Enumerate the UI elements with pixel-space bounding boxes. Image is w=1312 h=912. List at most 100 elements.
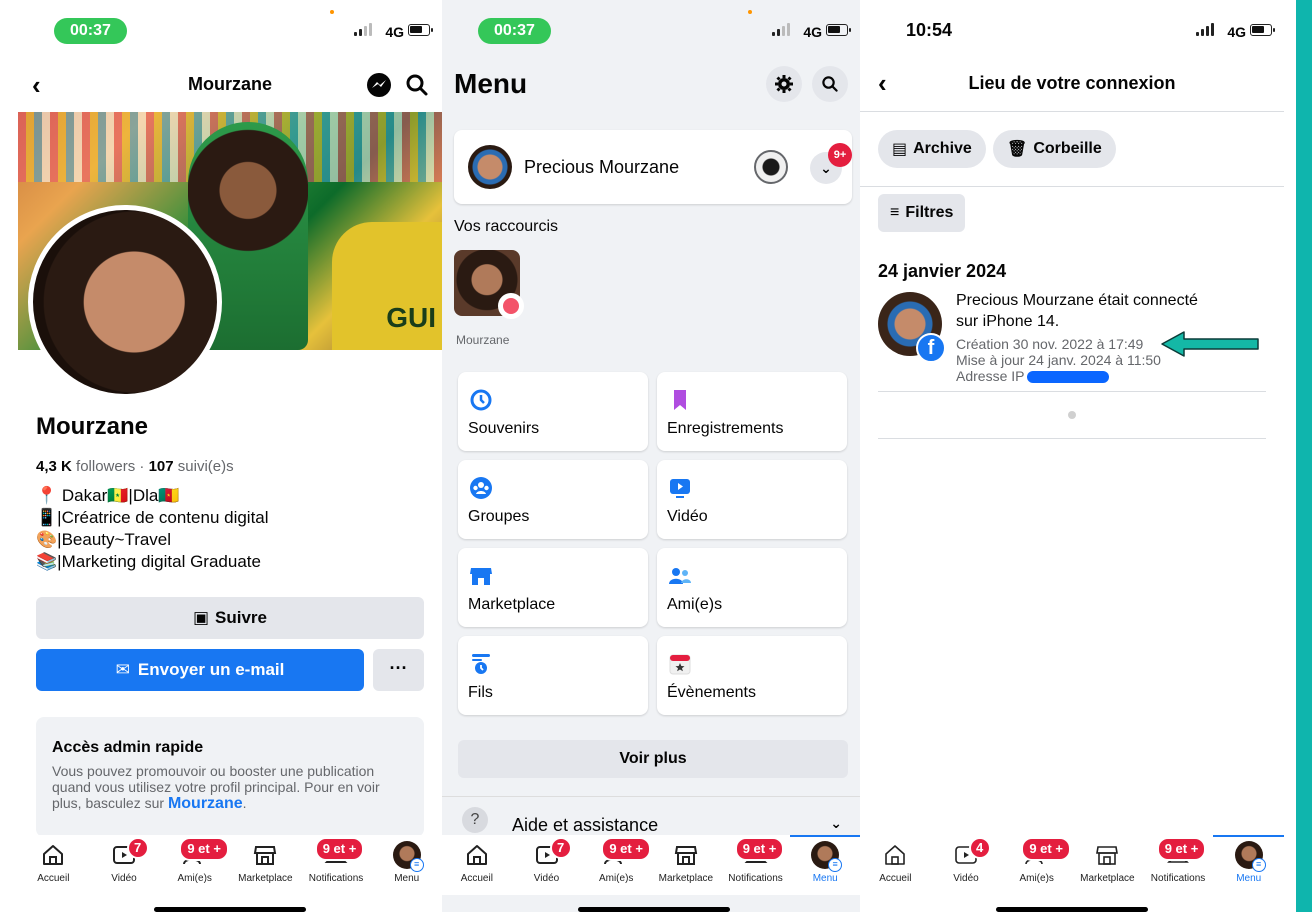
- tab-label: Menu: [812, 873, 838, 884]
- tab-notifications[interactable]: 9 et + Notifications: [721, 835, 791, 895]
- shop-icon: [1096, 846, 1119, 865]
- email-label: Envoyer un e-mail: [137, 660, 285, 679]
- mail-icon: ✉: [115, 660, 130, 679]
- tab-home[interactable]: Accueil: [18, 835, 89, 895]
- activity-description[interactable]: Precious Mourzane était connecté sur iPh…: [956, 290, 1226, 332]
- menu-item-label: Évènements: [667, 684, 756, 701]
- bio-line: 📍 Dakar🇸🇳|Dla🇨🇲: [36, 486, 180, 505]
- bookmark-icon: [674, 390, 686, 410]
- tab-friends[interactable]: 9 et + Ami(e)s: [581, 835, 651, 895]
- menu-item-feeds[interactable]: Fils: [458, 636, 648, 715]
- notifications-badge: 9 et +: [734, 837, 785, 861]
- network-label: 4G: [1227, 24, 1246, 40]
- email-button[interactable]: ✉ Envoyer un e-mail: [36, 649, 364, 691]
- shortcut-name: Mourzane: [456, 333, 510, 347]
- page-title: Lieu de votre connexion: [968, 73, 1176, 93]
- shortcuts-label: Vos raccourcis: [454, 218, 559, 235]
- menu-item-groups[interactable]: Groupes: [458, 460, 648, 539]
- tab-label: Marketplace: [238, 873, 293, 884]
- followers-label[interactable]: followers: [76, 458, 135, 475]
- filter-sliders-icon: ≡: [890, 204, 900, 221]
- shop-icon: [470, 568, 492, 585]
- tab-label: Accueil: [37, 873, 70, 884]
- tab-notifications[interactable]: 9 et + Notifications: [301, 835, 372, 895]
- tab-home[interactable]: Accueil: [442, 835, 512, 895]
- home-icon: [43, 845, 64, 865]
- menu-item-label: Ami(e)s: [667, 596, 723, 613]
- settings-button[interactable]: [766, 66, 802, 102]
- annotation-arrow-icon: [1161, 331, 1259, 357]
- more-options-button[interactable]: ···: [373, 649, 424, 691]
- secondary-profile-avatar[interactable]: [754, 150, 788, 184]
- trash-button[interactable]: 🗑 Corbeille: [993, 130, 1116, 168]
- tab-label: Vidéo: [533, 873, 560, 884]
- filters-button[interactable]: ≡ Filtres: [878, 194, 966, 232]
- menu-item-friends[interactable]: Ami(e)s: [657, 548, 847, 627]
- home-icon: [466, 845, 487, 865]
- signal-icon: [772, 23, 790, 36]
- video-badge: 7: [549, 837, 572, 859]
- activity-line: Precious Mourzane était connecté: [956, 292, 1198, 309]
- tab-friends[interactable]: 9 et + Ami(e)s: [1001, 835, 1072, 895]
- trash-icon: 🗑: [1007, 141, 1028, 158]
- tab-marketplace[interactable]: Marketplace: [1072, 835, 1143, 895]
- menu-item-video[interactable]: Vidéo: [657, 460, 847, 539]
- friends-icon: [669, 568, 691, 584]
- tab-menu[interactable]: Menu: [371, 835, 442, 895]
- tab-friends[interactable]: 9 et + Ami(e)s: [159, 835, 230, 895]
- shop-icon: [254, 846, 277, 865]
- profile-switcher-card[interactable]: Precious Mourzane ⌄ 9+: [454, 130, 852, 204]
- profile-stats: 4,3 K followers · 107 suivi(e)s: [36, 458, 234, 475]
- video-icon: [670, 479, 690, 498]
- archive-icon: ▤: [892, 141, 908, 158]
- facebook-icon: f: [916, 333, 946, 363]
- ip-redaction: [1027, 371, 1110, 384]
- search-icon[interactable]: [402, 70, 432, 100]
- tab-marketplace[interactable]: Marketplace: [230, 835, 301, 895]
- bio-line: 📚|Marketing digital Graduate: [36, 552, 261, 571]
- menu-item-saved[interactable]: Enregistrements: [657, 372, 847, 451]
- follow-button[interactable]: ▣ Suivre: [36, 597, 424, 639]
- flag-icon: [498, 293, 524, 319]
- friends-badge: 9 et +: [601, 837, 651, 861]
- tab-label: Accueil: [460, 873, 493, 884]
- menu-avatar: [811, 841, 843, 872]
- tab-video[interactable]: 4 Vidéo: [931, 835, 1002, 895]
- tab-notifications[interactable]: 9 et + Notifications: [1143, 835, 1214, 895]
- shop-icon: [674, 846, 698, 865]
- tab-video[interactable]: 7 Vidéo: [89, 835, 160, 895]
- tab-home[interactable]: Accueil: [860, 835, 931, 895]
- divider: [860, 111, 1284, 112]
- notifications-badge: 9 et +: [1156, 837, 1207, 861]
- menu-item-memories[interactable]: Souvenirs: [458, 372, 648, 451]
- battery-icon: [408, 24, 433, 36]
- search-button[interactable]: [812, 66, 848, 102]
- divider: [878, 391, 1266, 392]
- trash-label: Corbeille: [1033, 140, 1102, 157]
- tab-marketplace[interactable]: Marketplace: [651, 835, 721, 895]
- messenger-icon[interactable]: [364, 70, 394, 100]
- profile-header: ‹ Mourzane: [18, 62, 442, 108]
- gear-icon: [775, 75, 793, 93]
- see-more-button[interactable]: Voir plus: [458, 740, 848, 778]
- network-label: 4G: [803, 24, 822, 40]
- tab-label: Menu: [394, 873, 420, 884]
- menu-item-events[interactable]: Évènements: [657, 636, 847, 715]
- menu-item-marketplace[interactable]: Marketplace: [458, 548, 648, 627]
- groups-icon: [470, 477, 492, 499]
- help-section[interactable]: ? Aide et assistance ⌄: [442, 796, 860, 836]
- tab-label: Accueil: [879, 873, 912, 884]
- admin-switch-link[interactable]: Mourzane: [168, 795, 243, 812]
- tab-menu[interactable]: Menu: [790, 835, 860, 895]
- clock-icon: [470, 389, 492, 411]
- following-count[interactable]: 107: [149, 458, 174, 475]
- archive-button[interactable]: ▤ Archive: [878, 130, 986, 168]
- tab-menu[interactable]: Menu: [1213, 835, 1284, 895]
- tab-video[interactable]: 7 Vidéo: [512, 835, 582, 895]
- tab-label: Marketplace: [658, 873, 714, 884]
- followers-count[interactable]: 4,3 K: [36, 458, 72, 475]
- profile-avatar[interactable]: [28, 205, 222, 399]
- follow-label: Suivre: [215, 608, 268, 627]
- following-label[interactable]: suivi(e)s: [178, 458, 234, 475]
- login-location-screen: 10:54 4G ‹ Lieu de votre connexion ▤ Arc…: [860, 0, 1284, 912]
